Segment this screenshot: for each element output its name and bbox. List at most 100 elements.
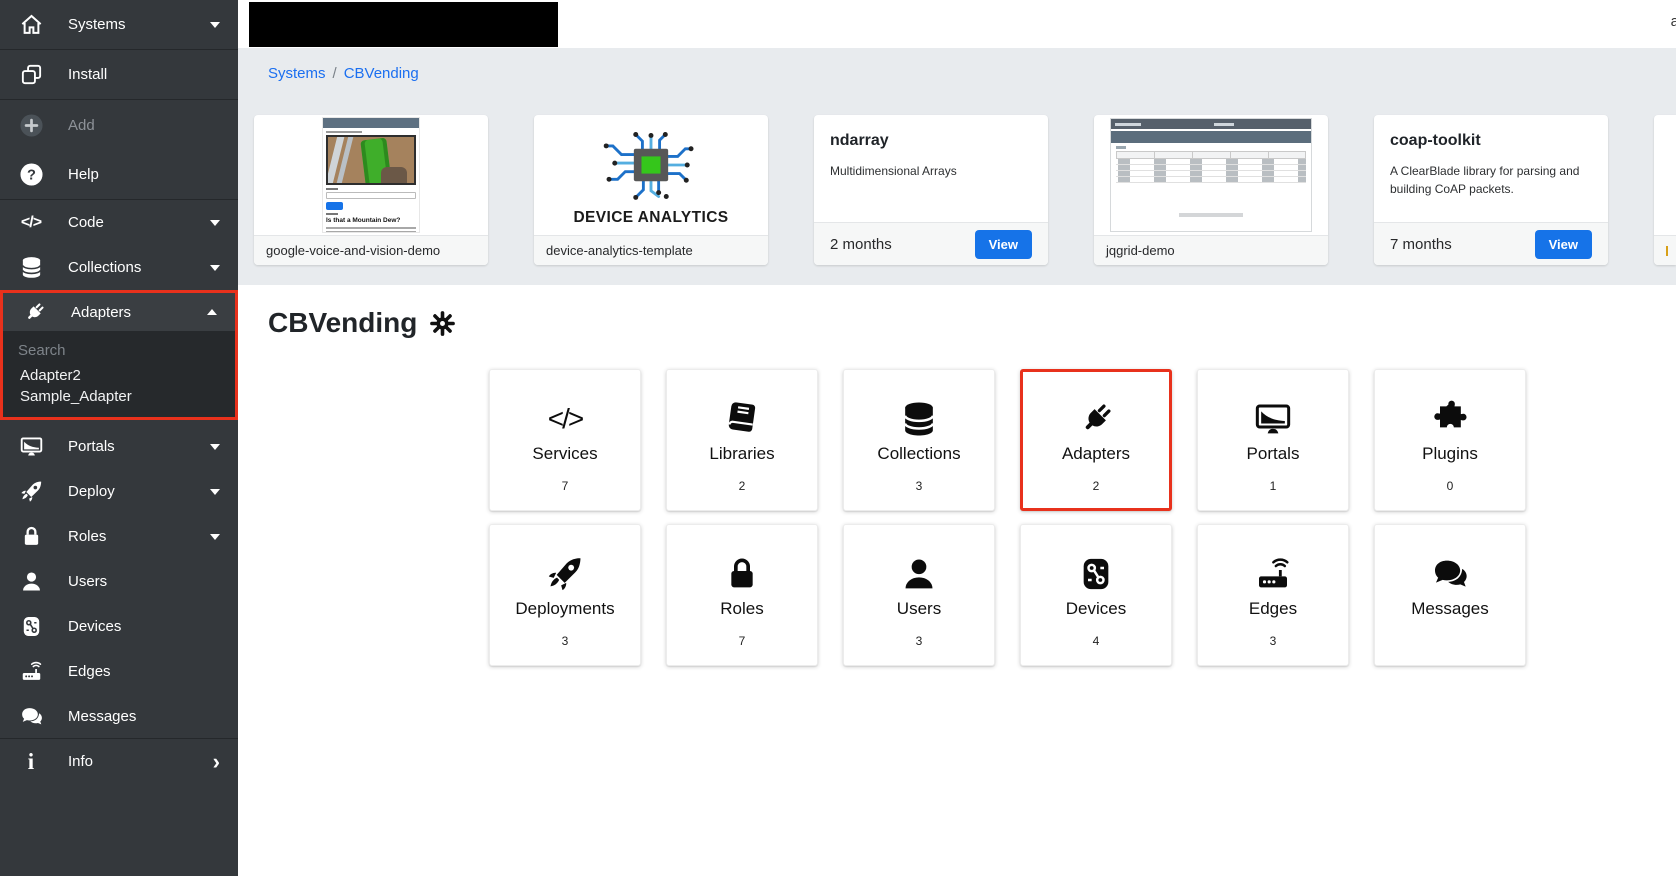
breadcrumb: Systems/CBVending (238, 65, 1676, 85)
monitor-icon (1253, 397, 1293, 441)
puzzle-icon (1430, 397, 1470, 441)
card-description: A ClearBlade library for parsing and bui… (1390, 162, 1592, 198)
store-card-google-voice-and-vision-demo[interactable]: Is that a Mountain Dew? google-voice-and-… (254, 115, 488, 265)
sidebar-item-users[interactable]: Users (0, 559, 238, 604)
lock-icon (722, 552, 762, 596)
system-section: CBVending </> Services 7 Libraries2Collecti… (238, 285, 1676, 876)
store-card-device-analytics-template[interactable]: DEVICE ANALYTICS device-analytics-templat… (534, 115, 768, 265)
sidebar-item-systems[interactable]: Systems (0, 0, 238, 50)
asset-tile-devices[interactable]: Devices 4 (1020, 524, 1172, 666)
tile-count: 3 (916, 634, 923, 648)
sidebar-item-info[interactable]: iInfo› (0, 739, 238, 784)
gamepad-icon (1076, 552, 1116, 596)
sidebar-item-deploy[interactable]: Deploy (0, 469, 238, 514)
store-cards: Is that a Mountain Dew? google-voice-and-… (238, 115, 1676, 265)
topbar: a (238, 0, 1676, 48)
store-card-ndarray[interactable]: ndarrayMultidimensional Arrays2 monthsVi… (814, 115, 1048, 265)
sidebar-subitem-adapter2[interactable]: Adapter2 (3, 365, 235, 386)
store-card-coap-toolkit[interactable]: coap-toolkit A ClearBlade library for par… (1374, 115, 1608, 265)
sidebar-item-collections[interactable]: Collections (0, 245, 238, 290)
lock-icon (15, 523, 47, 551)
user-icon (899, 552, 939, 596)
info-icon: i (15, 748, 47, 776)
gear-icon[interactable] (429, 310, 456, 337)
caret-up-icon (207, 309, 217, 315)
store-card-jqgrid-demo[interactable]: jqgrid-demo (1094, 115, 1328, 265)
tile-count: 3 (916, 479, 923, 493)
sidebar-item-label: Add (68, 117, 95, 134)
tile-count: 4 (1093, 634, 1100, 648)
caret-down-icon (210, 489, 220, 495)
sidebar-item-add[interactable]: Add (0, 100, 238, 150)
sidebar-item-devices[interactable]: Devices (0, 604, 238, 649)
page-title-text: CBVending (268, 307, 417, 339)
plug-icon (1076, 397, 1116, 441)
asset-tile-deployments[interactable]: Deployments3 (489, 524, 641, 666)
sidebar-subitem-sample-adapter[interactable]: Sample_Adapter (3, 386, 235, 407)
tile-label: Messages (1411, 599, 1488, 619)
asset-tile-collections[interactable]: Collections3 (843, 369, 995, 511)
tile-count: 2 (739, 479, 746, 493)
asset-tile-roles[interactable]: Roles 7 (666, 524, 818, 666)
code-icon: </> (548, 397, 582, 441)
sidebar-item-help[interactable]: ? Help (0, 150, 238, 200)
card-thumbnail-jqgrid (1110, 118, 1312, 232)
tile-count: 1 (1270, 479, 1277, 493)
view-button[interactable]: View (975, 230, 1032, 259)
sidebar-item-label: Help (68, 166, 99, 183)
breadcrumb-link-cbvending[interactable]: CBVending (344, 65, 419, 82)
asset-tile-messages[interactable]: Messages (1374, 524, 1526, 666)
card-label: google-voice-and-vision-demo (266, 243, 440, 258)
plug-icon (18, 298, 50, 326)
card-title: ndarray (830, 132, 1032, 150)
user-menu-partial[interactable]: a (1671, 13, 1676, 30)
sidebar-item-label: Collections (68, 259, 141, 276)
asset-tile-services[interactable]: </>Services7 (489, 369, 641, 511)
tile-count: 3 (1270, 634, 1277, 648)
svg-text:?: ? (27, 168, 36, 184)
tile-count: 7 (739, 634, 746, 648)
asset-tile-edges[interactable]: Edges 3 (1197, 524, 1349, 666)
tile-label: Edges (1249, 599, 1297, 619)
card-thumbnail-device-analytics: DEVICE ANALYTICS (545, 124, 757, 227)
chat-icon (1430, 552, 1470, 596)
card-label: jqgrid-demo (1106, 243, 1175, 258)
asset-tile-libraries[interactable]: Libraries2 (666, 369, 818, 511)
card-description: Multidimensional Arrays (830, 162, 1032, 180)
sidebar-item-label: Code (68, 214, 104, 231)
asset-tile-plugins[interactable]: Plugins0 (1374, 369, 1526, 511)
sidebar-item-label: Edges (68, 663, 111, 680)
sidebar-item-adapters[interactable]: Adapters (3, 293, 235, 331)
breadcrumb-link-systems[interactable]: Systems (268, 65, 326, 82)
main-area: a Systems/CBVending Is that a Mountain D… (238, 0, 1676, 876)
sidebar-item-label: Users (68, 573, 107, 590)
tile-label: Roles (720, 599, 763, 619)
adapter-search-input[interactable] (3, 336, 235, 365)
sidebar-item-roles[interactable]: Roles (0, 514, 238, 559)
view-button[interactable]: View (1535, 230, 1592, 259)
gamepad-icon (15, 613, 47, 641)
sidebar-item-portals[interactable]: Portals (0, 424, 238, 469)
caret-down-icon (210, 220, 220, 226)
chevron-right-icon: › (213, 751, 220, 773)
tile-label: Services (532, 444, 597, 464)
asset-tile-adapters[interactable]: Adapters2 (1020, 369, 1172, 511)
card-title: coap-toolkit (1390, 132, 1592, 150)
sidebar-item-messages[interactable]: Messages (0, 694, 238, 739)
sidebar-item-edges[interactable]: Edges (0, 649, 238, 694)
rocket-icon (15, 478, 47, 506)
book-icon (722, 397, 762, 441)
asset-tile-users[interactable]: Users3 (843, 524, 995, 666)
code-icon: </> (15, 209, 47, 237)
database-icon (899, 397, 939, 441)
sidebar-item-code[interactable]: </> Code (0, 200, 238, 245)
asset-tile-portals[interactable]: Portals1 (1197, 369, 1349, 511)
partial-thumb-glyph (1666, 246, 1668, 256)
sidebar-item-install[interactable]: Install (0, 50, 238, 100)
store-card-partial[interactable] (1654, 115, 1676, 265)
tile-label: Devices (1066, 599, 1126, 619)
card-label: device-analytics-template (546, 243, 693, 258)
tile-label: Deployments (515, 599, 614, 619)
card-thumbnail-google-voice: Is that a Mountain Dew? (323, 118, 419, 232)
sidebar-item-label: Install (68, 66, 107, 83)
